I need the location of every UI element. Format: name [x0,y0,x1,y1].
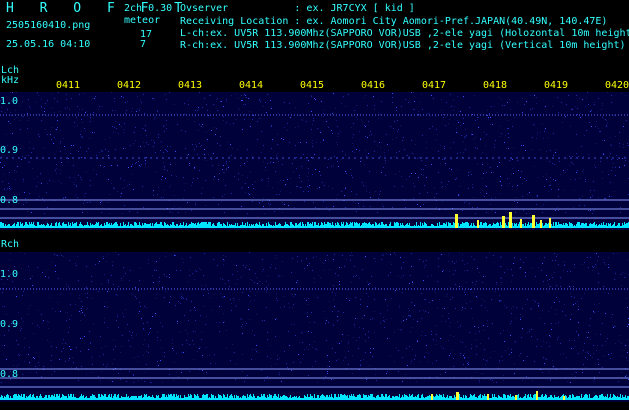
time-tick-0418: 0418 [483,80,508,91]
lch-freq-label-1-0: 1.0 [0,96,19,107]
time-tick-0411: 0411 [56,80,81,91]
version-label: 2ch 0.30 [124,3,173,14]
time-tick-0420: 0420 [605,80,629,91]
meteor-r-count: 7 [140,39,147,50]
observer-info: Ovserver : ex. JR7CYX [ kid ] [180,3,415,14]
rch-info: R-ch:ex. UV5R 113.900Mhz(SAPPORO VOR)USB… [180,40,626,51]
rch-spectrogram [0,252,629,402]
lch-spectrogram [0,92,629,230]
rch-label: Rch [1,239,20,250]
rch-freq-label-0-8: 0.8 [0,369,19,380]
lch-freq-label-0-9: 0.9 [0,145,19,156]
rch-freq-label-1-0: 1.0 [0,269,19,280]
rch-freq-label-0-9: 0.9 [0,319,19,330]
rch-spectrogram-svg [0,252,629,400]
lch-info: L-ch:ex. UV5R 113.900Mhz(SAPPORO VOR)USB… [180,28,629,39]
time-tick-0415: 0415 [300,80,325,91]
lch-freq-label-0-8: 0.8 [0,195,19,206]
time-tick-0419: 0419 [544,80,569,91]
time-tick-0413: 0413 [178,80,203,91]
filename-label: 2505160410.png [6,20,91,31]
location-info: Receiving Location : ex. Aomori City Aom… [180,16,608,27]
time-tick-0414: 0414 [239,80,264,91]
time-tick-0417: 0417 [422,80,447,91]
datetime-label: 25.05.16 04:10 [6,39,91,50]
time-tick-0416: 0416 [361,80,386,91]
time-tick-0412: 0412 [117,80,142,91]
lch-unit-label: kHz [1,75,20,86]
meteor-label: meteor [124,15,161,26]
lch-spectrogram-svg [0,92,629,228]
